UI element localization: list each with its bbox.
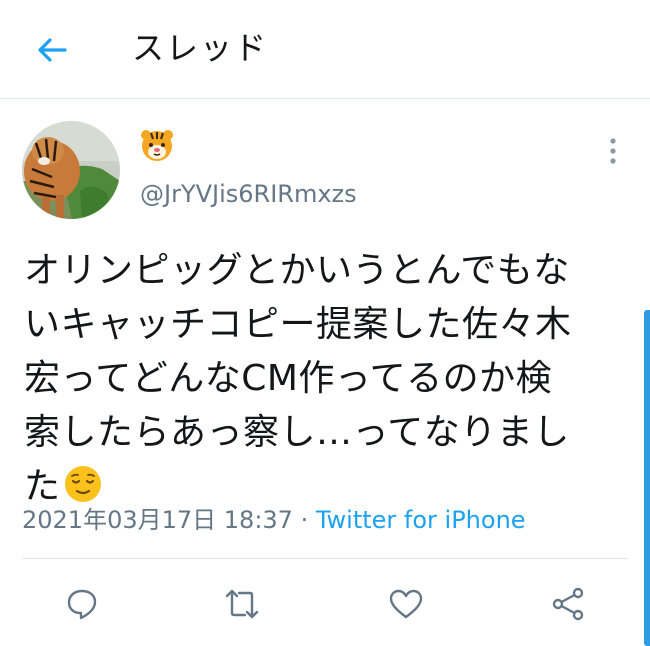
tweet-text-line: 宏ってどんなCM作ってるのか検	[24, 358, 553, 399]
relieved-face-emoji-icon	[64, 466, 101, 502]
retweet-button[interactable]	[222, 586, 262, 622]
timestamp: 2021年03月17日 18:37	[22, 506, 293, 534]
more-vertical-icon	[610, 138, 616, 164]
tweet-text-line: いキャッチコピー提案した佐々木	[24, 304, 572, 345]
tweet-text-line: 索したらあっ察し…ってなりまし	[24, 412, 570, 453]
reply-icon	[67, 589, 97, 620]
retweet-icon	[225, 589, 259, 619]
tweet-text-line: た	[24, 466, 61, 507]
more-options-button[interactable]	[596, 134, 630, 168]
tweet-meta: 2021年03月17日 18:37 · Twitter for iPhone	[22, 504, 526, 536]
meta-divider	[22, 558, 628, 559]
share-button[interactable]	[548, 586, 588, 622]
reply-button[interactable]	[62, 586, 102, 622]
display-name-emoji[interactable]	[140, 128, 174, 171]
share-icon	[552, 587, 584, 621]
tiger-face-emoji-icon	[141, 130, 173, 161]
tweet-text: オリンピッグとかいうとんでもな いキャッチコピー提案した佐々木 宏ってどんなCM…	[24, 244, 624, 514]
heart-icon	[389, 589, 423, 619]
thread-header: スレッド	[0, 0, 650, 98]
back-button[interactable]	[32, 32, 72, 68]
like-button[interactable]	[386, 586, 426, 622]
source-link[interactable]: Twitter for iPhone	[316, 506, 526, 534]
scrollbar[interactable]	[644, 310, 650, 646]
page-title: スレッド	[132, 29, 269, 67]
tiger-photo	[22, 121, 120, 219]
header-divider	[0, 98, 650, 99]
user-handle[interactable]: @JrYVJis6RIRmxzs	[140, 178, 357, 210]
meta-separator: ·	[292, 506, 316, 534]
back-arrow-icon	[38, 38, 67, 62]
avatar[interactable]	[22, 121, 120, 219]
tweet-text-line: オリンピッグとかいうとんでもな	[24, 250, 570, 291]
